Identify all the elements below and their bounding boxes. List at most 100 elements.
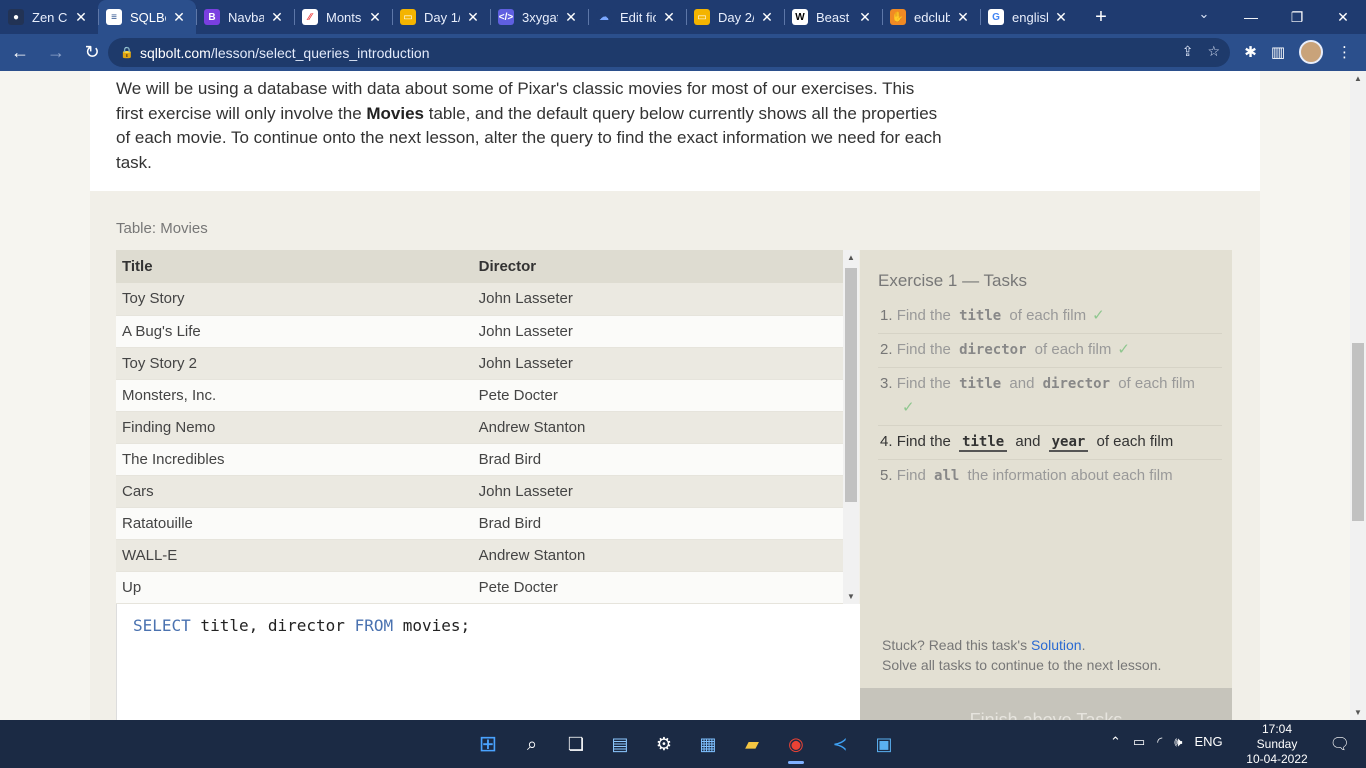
check-icon: ✓ [1117,341,1130,358]
task-item-4: 4. Find the title and year of each film [878,426,1222,460]
task-item-3: 3. Find the title and director of each f… [878,368,1222,426]
tab-title: Zen Cl [32,9,68,25]
settings-gear-icon[interactable]: ⚙ [648,728,680,760]
monday-icon: ∕∕ [302,9,318,25]
tab-title: Beast ( [816,9,852,25]
menu-icon[interactable]: ⋮ [1337,43,1352,61]
cell-director: Andrew Stanton [472,411,843,444]
task-item-2: 2. Find the director of each film ✓ [878,334,1222,368]
bookmark-star-icon[interactable]: ☆ [1207,43,1220,60]
battery-icon[interactable]: ▭ [1133,734,1145,750]
cell-director: Brad Bird [472,443,843,476]
table-row: Up Pete Docter [116,571,843,604]
notepad-icon[interactable]: ▦ [692,728,724,760]
chrome-icon[interactable]: ◉ [780,728,812,764]
close-tab-icon[interactable]: ✕ [1052,9,1070,26]
query-editor[interactable]: SELECT title, director FROM movies; [116,604,861,720]
browser-tab[interactable]: ▭ Day 2/✕ [686,0,784,34]
tab-search-icon[interactable]: ⌄ [1192,6,1216,22]
cell-director: John Lasseter [472,347,843,380]
page-scroll-down-icon[interactable]: ▼ [1350,708,1366,717]
close-tab-icon[interactable]: ✕ [366,9,384,26]
widgets-icon[interactable]: ▤ [604,728,636,760]
scroll-up-icon[interactable]: ▲ [843,253,859,262]
address-bar[interactable]: 🔒 sqlbolt.com/lesson/select_queries_intr… [108,38,1230,67]
system-tray: ⌃ ▭ ◜ 🕪 ENG [1110,734,1223,750]
query-code[interactable]: SELECT title, director FROM movies; [133,616,470,635]
tab-title: Day 1/ [424,9,460,25]
extensions-icon[interactable]: ✱ [1244,43,1257,61]
table-row: Toy Story 2 John Lasseter [116,347,843,380]
photos-icon[interactable]: ▣ [868,728,900,760]
finish-tasks-button[interactable]: Finish above Tasks [860,688,1232,720]
back-icon[interactable]: ← [4,42,36,63]
browser-tab[interactable]: ≡ SQLBo✕ [98,0,196,34]
close-tab-icon[interactable]: ✕ [856,9,874,26]
page-scrollbar[interactable]: ▲ ▼ [1350,71,1366,720]
forward-icon[interactable]: → [40,42,72,63]
cell-title: Toy Story 2 [116,347,473,380]
table-row: Toy Story John Lasseter [116,283,843,316]
language-indicator[interactable]: ENG [1194,734,1222,750]
page-scroll-up-icon[interactable]: ▲ [1350,74,1366,83]
browser-tab[interactable]: B Navba ✕ [196,0,294,34]
solution-link[interactable]: Solution [1031,637,1082,653]
scroll-down-icon[interactable]: ▼ [843,592,859,601]
browser-tab[interactable]: ▭ Day 1/✕ [392,0,490,34]
file-explorer-icon[interactable]: ▰ [736,728,768,760]
table-row: WALL-E Andrew Stanton [116,539,843,572]
close-tab-icon[interactable]: ✕ [170,9,188,26]
task-item-5: 5. Find all the information about each f… [880,467,1173,484]
table-row: The Incredibles Brad Bird [116,443,843,476]
close-tab-icon[interactable]: ✕ [72,9,90,26]
browser-tab[interactable]: ☁ Edit fic ✕ [588,0,686,34]
movies-table: Title Director Toy Story John Lasseter A B… [116,250,843,604]
task-item-1: 1. Find the title of each film ✓ [878,300,1222,334]
lock-icon[interactable]: 🔒 [120,46,136,59]
cell-director: Brad Bird [472,507,843,540]
table-scrollbar[interactable]: ▲ ▼ [843,250,859,604]
minimize-icon[interactable]: — [1228,9,1274,25]
clock[interactable]: 17:04 Sunday 10-04-2022 [1240,722,1314,767]
close-window-icon[interactable]: ✕ [1320,9,1366,26]
edclub-icon: ✋ [890,9,906,25]
close-tab-icon[interactable]: ✕ [464,9,482,26]
notification-icon[interactable]: 🗨 [1330,734,1350,754]
table-label: Table: Movies [116,220,208,237]
side-panel-icon[interactable]: ▥ [1271,43,1285,61]
close-tab-icon[interactable]: ✕ [660,9,678,26]
vscode-icon[interactable]: ≺ [824,728,856,760]
browser-tab[interactable]: ● Zen Cl ✕ [0,0,98,34]
start-icon[interactable]: ⊞ [472,728,504,760]
windows-taskbar: ⊞ ⌕ ❏ ▤ ⚙ ▦ ▰ ◉ ≺ ▣ ⌃ ▭ ◜ 🕪 ENG 17:04 Su… [0,720,1366,768]
browser-tab[interactable]: ✋ edclub ✕ [882,0,980,34]
table-scroll-thumb[interactable] [845,268,857,502]
browser-tab[interactable]: </> 3xygaf ✕ [490,0,588,34]
new-tab-button[interactable]: + [1084,6,1118,29]
browser-tab[interactable]: W Beast (✕ [784,0,882,34]
close-tab-icon[interactable]: ✕ [954,9,972,26]
browser-tab[interactable]: Genglisl ✕ [980,0,1078,34]
close-tab-icon[interactable]: ✕ [562,9,580,26]
page-scroll-thumb[interactable] [1352,343,1364,521]
chevron-up-icon[interactable]: ⌃ [1110,734,1121,750]
tab-title: englisl [1012,9,1048,25]
reload-icon[interactable]: ↻ [76,42,108,63]
search-icon[interactable]: ⌕ [516,728,548,760]
tab-title: 3xygaf [522,9,558,25]
close-tab-icon[interactable]: ✕ [758,9,776,26]
task-list: 1. Find the title of each film ✓ 2. Find … [878,300,1222,493]
wifi-icon[interactable]: ◜ [1157,734,1162,750]
cell-title: A Bug's Life [116,315,473,348]
restore-icon[interactable]: ❐ [1274,9,1320,26]
close-tab-icon[interactable]: ✕ [268,9,286,26]
profile-avatar[interactable] [1299,40,1323,64]
browser-tab[interactable]: ∕∕ Monts ✕ [294,0,392,34]
zen-icon: ● [8,9,24,25]
volume-icon[interactable]: 🕪 [1174,734,1182,750]
task-view-icon[interactable]: ❏ [560,728,592,760]
movies-table-panel: Title Director Toy Story John Lasseter A B… [116,250,859,604]
check-icon: ✓ [902,399,915,416]
table-row: Monsters, Inc. Pete Docter [116,379,843,412]
share-icon[interactable]: ⇪ [1182,43,1194,60]
